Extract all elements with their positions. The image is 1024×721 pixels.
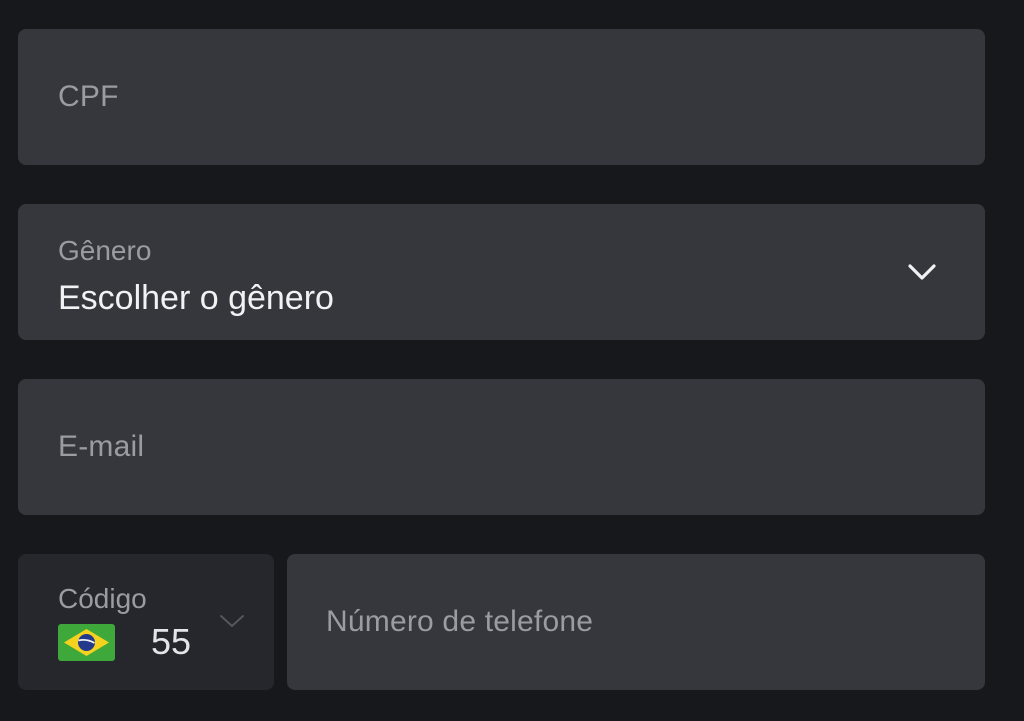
dial-code: 55 [151,621,192,662]
gender-select[interactable]: Gênero Escolher o gênero [18,204,985,340]
cpf-field[interactable]: CPF [18,29,985,165]
cpf-placeholder: CPF [58,80,119,113]
phone-number-placeholder: Número de telefone [326,605,594,638]
phone-code-select[interactable]: Código 55 [18,554,274,690]
chevron-down-icon[interactable] [907,262,937,282]
brazil-flag-icon [58,624,115,661]
chevron-down-icon[interactable] [218,612,246,630]
gender-label: Gênero [58,235,152,266]
email-field[interactable]: E-mail [18,379,985,515]
phone-code-label: Código [58,583,147,614]
email-placeholder: E-mail [58,430,145,463]
phone-number-field[interactable]: Número de telefone [287,554,985,690]
gender-selected-value: Escolher o gênero [58,279,334,317]
